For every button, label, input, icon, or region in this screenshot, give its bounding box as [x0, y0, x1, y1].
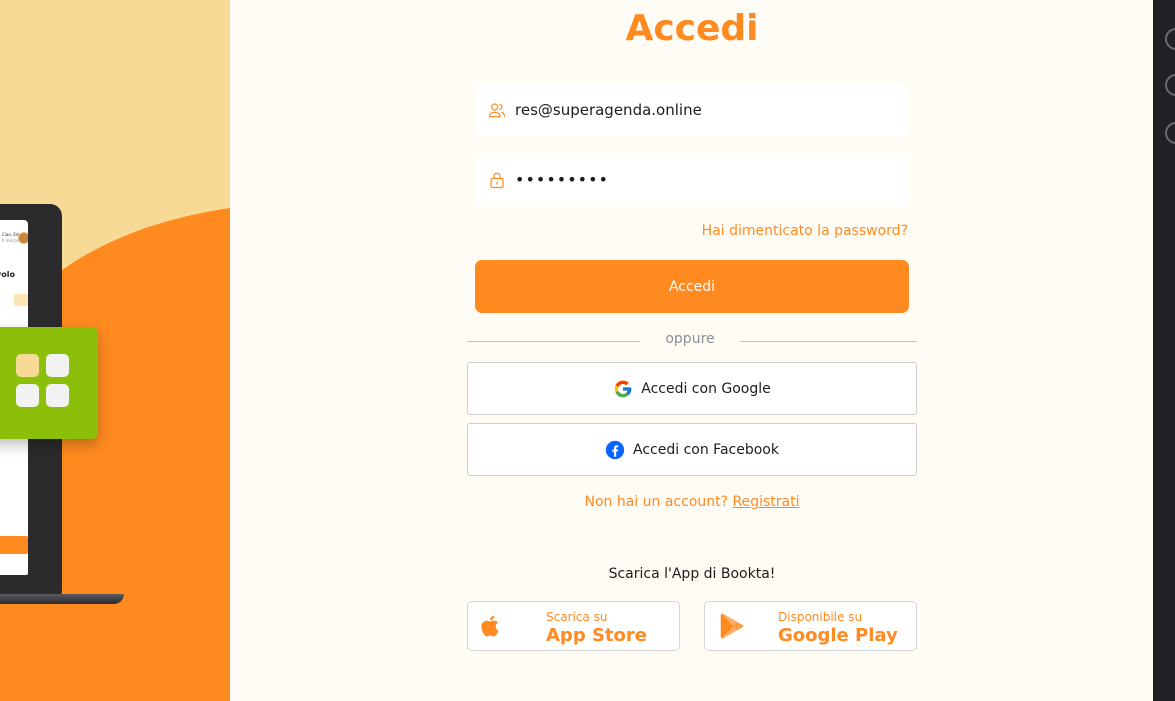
lock-icon: [490, 172, 504, 189]
password-field[interactable]: •••••••••: [475, 154, 908, 206]
help-icon[interactable]: [1165, 74, 1175, 96]
grid-tile: [46, 384, 69, 407]
grid-tile: [46, 354, 69, 377]
google-play-icon: [720, 613, 744, 639]
facebook-button-label: Accedi con Facebook: [633, 441, 779, 458]
app-store-label: App Store: [546, 625, 647, 646]
forgot-password-link[interactable]: Hai dimenticato la password?: [702, 223, 908, 239]
google-play-small-text: Disponibile su: [778, 610, 863, 624]
page-title: Accedi: [625, 8, 759, 49]
divider-line-right: [740, 341, 917, 342]
divider-text: oppure: [665, 331, 715, 347]
signup-prompt: Non hai un account? Registrati: [467, 494, 917, 510]
app-store-small-text: Scarica su: [546, 610, 608, 624]
login-button[interactable]: Accedi: [475, 260, 909, 313]
email-value: res@superagenda.online: [515, 101, 702, 119]
grid-tile: [16, 384, 39, 407]
avatar: [18, 232, 28, 244]
facebook-login-button[interactable]: Accedi con Facebook: [467, 423, 917, 476]
info-icon[interactable]: [1165, 122, 1175, 144]
google-play-label: Google Play: [778, 625, 898, 646]
google-login-button[interactable]: Accedi con Google: [467, 362, 917, 415]
download-app-heading: Scarica l'App di Bookta!: [608, 566, 776, 582]
browser-sidebar: [1153, 0, 1175, 701]
facebook-icon: [605, 440, 625, 459]
laptop-section-label: volo: [0, 270, 15, 279]
divider-line-left: [467, 341, 640, 342]
hero-illustration: Ciao, Eduart Il mio profilo volo: [0, 0, 230, 701]
email-field[interactable]: res@superagenda.online: [475, 84, 908, 136]
laptop-action-bar: [0, 536, 28, 554]
google-button-label: Accedi con Google: [641, 380, 771, 397]
register-link[interactable]: Registrati: [733, 494, 800, 510]
app-grid-card: [0, 327, 98, 439]
users-icon: [488, 103, 506, 118]
laptop-chip: [14, 294, 28, 306]
google-icon: [614, 380, 632, 397]
grid-tile: [16, 354, 39, 377]
password-value: •••••••••: [515, 170, 609, 189]
app-store-button[interactable]: Scarica su App Store: [467, 601, 680, 651]
laptop-base: [0, 594, 124, 604]
google-play-button[interactable]: Disponibile su Google Play: [704, 601, 917, 651]
no-account-text: Non hai un account?: [584, 494, 729, 510]
apple-icon: [481, 615, 499, 637]
wifi-icon[interactable]: [1165, 28, 1175, 50]
